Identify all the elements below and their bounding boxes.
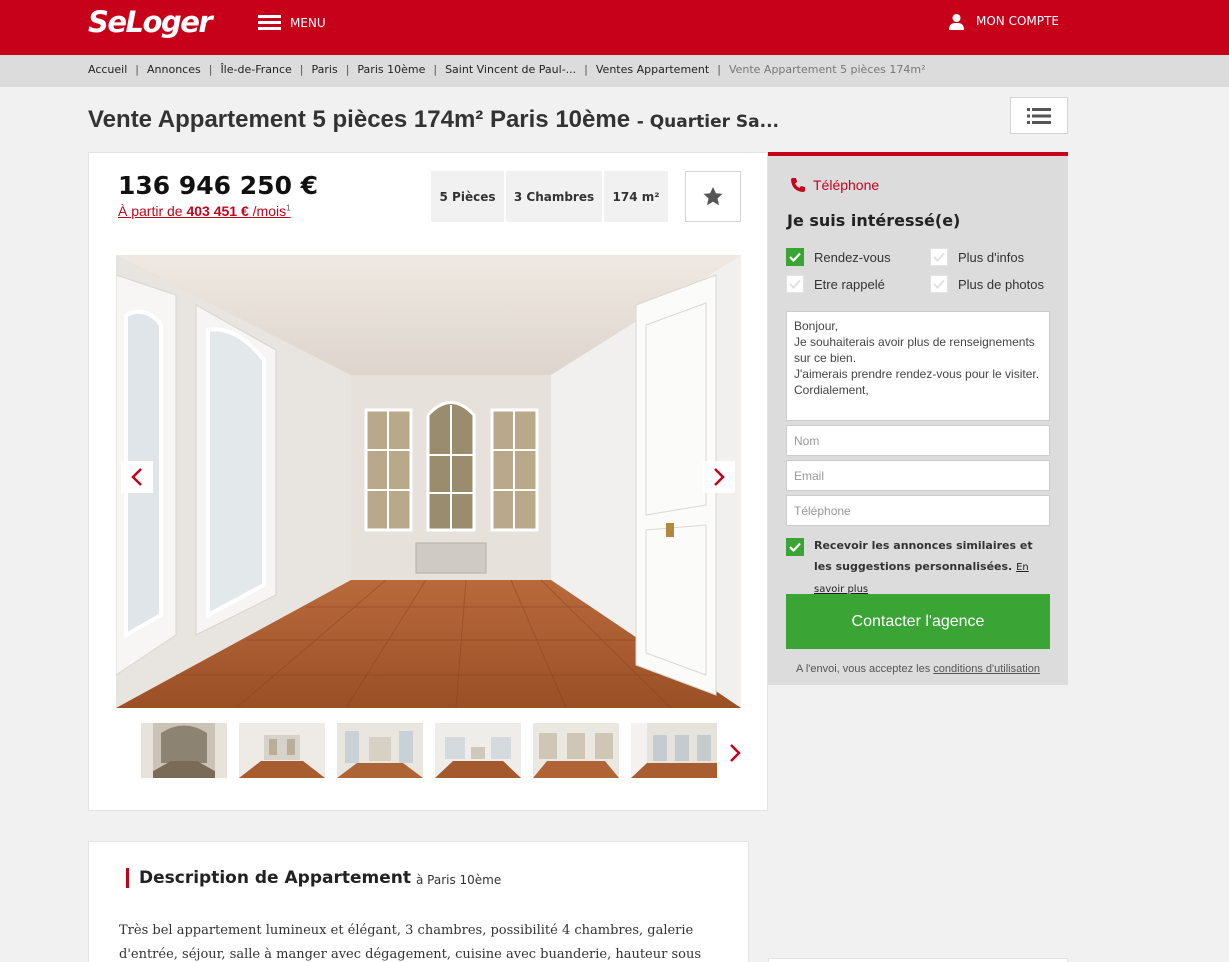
thumbnails-next-button[interactable] [725,738,745,768]
checkbox-unchecked [786,275,804,293]
terms-link[interactable]: conditions d'utilisation [933,663,1040,675]
breadcrumb-item-ile-de-france[interactable]: Île-de-France [220,63,291,76]
check-icon [933,279,945,289]
listing-price: 136 946 250 € [118,171,319,200]
checkbox-checked [786,538,804,556]
monthly-prefix: À partir de [118,203,183,219]
listing-card: 136 946 250 € À partir de 403 451 € /moi… [88,152,768,811]
chevron-right-icon [730,744,741,762]
option-rendez-vous[interactable]: Rendez-vous [786,248,891,266]
breadcrumb-bar: Accueil | Annonces | Île-de-France | Paris |… [0,55,1229,87]
option-label: Plus de photos [958,276,1045,292]
thumbnail-strip [141,723,729,778]
chevron-left-icon [131,468,142,486]
check-icon [933,252,945,262]
breadcrumb: Accueil | Annonces | Île-de-France | Paris |… [88,63,926,76]
optin-checkbox[interactable]: Recevoir les annonces similaires et les … [786,538,1054,600]
list-view-button[interactable] [1010,97,1068,134]
description-location: à Paris 10ème [415,873,502,887]
sidebar-card [768,958,1068,962]
listing-subtitle: - Quartier Sa... [636,112,779,132]
checkbox-checked [786,248,804,266]
option-plus-dinfos[interactable]: Plus d'infos [930,248,1024,266]
top-header: SeLoger MENU MON COMPTE [0,0,1229,55]
menu-icon [258,15,281,31]
option-plus-de-photos[interactable]: Plus de photos [930,275,1044,293]
thumbnail-5[interactable] [533,723,619,778]
description-heading: Description de Appartement à Paris 10ème [126,868,501,888]
thumbnail-3[interactable] [337,723,423,778]
phone-link[interactable]: Téléphone [790,177,879,193]
contact-panel: Téléphone Je suis intéressé(e) Rendez-vo… [768,152,1068,685]
feature-list: 5 Pièces 3 Chambres 174 m² [431,171,670,222]
breadcrumb-item-annonces[interactable]: Annonces [147,63,201,76]
email-field[interactable]: Email [786,460,1050,491]
photo-next-button[interactable] [703,461,735,493]
photo-prev-button[interactable] [121,461,153,493]
option-etre-rappele[interactable]: Etre rappelé [786,275,885,293]
check-icon [789,252,801,262]
phone-icon [791,178,805,192]
chevron-right-icon [714,468,725,486]
description-text: Très bel appartement lumineux et élégant… [119,923,702,962]
seloger-logo[interactable]: SeLoger [88,5,213,39]
thumbnail-2[interactable] [239,723,325,778]
feature-bedrooms: 3 Chambres [506,171,602,222]
account-label: MON COMPTE [976,14,1059,28]
terms-prefix: A l'envoi, vous acceptez les [796,663,931,675]
message-textarea[interactable]: Bonjour, Je souhaiterais avoir plus de r… [786,311,1050,421]
feature-area: 174 m² [604,171,668,222]
monthly-suffix: /mois [252,203,287,219]
terms-notice: A l'envoi, vous acceptez les conditions … [768,663,1068,675]
checkbox-unchecked [930,275,948,293]
account-button[interactable]: MON COMPTE [948,11,1059,31]
breadcrumb-item-accueil[interactable]: Accueil [88,63,127,76]
listing-title: Vente Appartement 5 pièces 174m² Paris 1… [88,106,631,133]
monthly-note: 1 [286,203,291,213]
breadcrumb-item-paris[interactable]: Paris [312,63,338,76]
breadcrumb-item-current: Vente Appartement 5 pièces 174m² [728,63,926,76]
menu-button[interactable]: MENU [258,13,326,33]
thumbnail-4[interactable] [435,723,521,778]
option-label: Plus d'infos [958,249,1025,265]
checkbox-unchecked [930,248,948,266]
monthly-payment-link[interactable]: À partir de 403 451 € /mois1 [118,203,291,219]
page-title: Vente Appartement 5 pièces 174m² Paris 1… [88,106,779,134]
contact-agency-button[interactable]: Contacter l'agence [786,594,1050,649]
optin-text: Recevoir les annonces similaires et les … [814,539,1033,573]
favorite-button[interactable] [685,171,741,222]
main-photo[interactable] [116,255,741,708]
thumbnail-6[interactable] [631,723,717,778]
monthly-amount: 403 451 € [186,203,249,219]
phone-field[interactable]: Téléphone [786,495,1050,526]
breadcrumb-item-paris-10[interactable]: Paris 10ème [357,63,425,76]
star-icon [703,187,723,206]
user-icon [949,13,964,30]
interest-heading: Je suis intéressé(e) [787,211,961,230]
list-icon [1027,107,1051,124]
breadcrumb-item-ventes[interactable]: Ventes Appartement [596,63,709,76]
menu-label: MENU [290,16,326,30]
description-title: Description de Appartement [139,868,411,888]
thumbnail-1[interactable] [141,723,227,778]
feature-rooms: 5 Pièces [431,171,504,222]
optin-label: Recevoir les annonces similaires et les … [814,535,1054,600]
check-icon [789,542,801,552]
option-label: Etre rappelé [814,276,885,292]
check-icon [789,279,801,289]
option-label: Rendez-vous [814,249,891,265]
name-field[interactable]: Nom [786,425,1050,456]
phone-label: Téléphone [813,177,880,193]
breadcrumb-item-quartier[interactable]: Saint Vincent de Paul-... [445,63,576,76]
description-section: Description de Appartement à Paris 10ème… [88,841,749,962]
